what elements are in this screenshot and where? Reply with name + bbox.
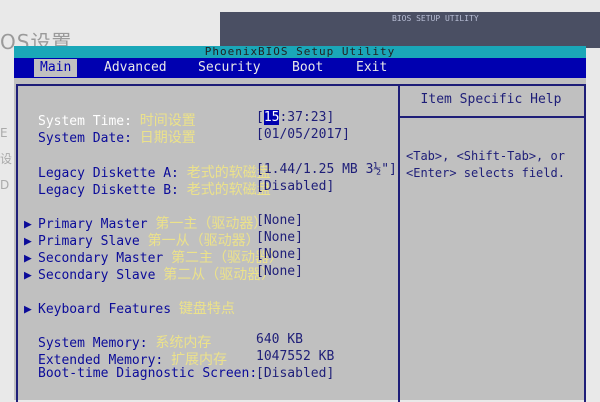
secondary-slave-label: Secondary Slave: [38, 268, 156, 283]
system-time-hour[interactable]: 15: [263, 110, 280, 125]
menu-exit[interactable]: Exit: [350, 59, 393, 77]
submenu-arrow-icon: ▶: [24, 217, 32, 232]
system-time-value[interactable]: [15:37:23]: [256, 110, 334, 125]
system-date-label: System Date:: [38, 131, 132, 146]
submenu-arrow-icon: ▶: [24, 302, 32, 317]
background-side-chars: E 设 D: [0, 120, 14, 198]
help-line-1: <Tab>, <Shift-Tab>, or: [406, 149, 565, 163]
help-separator: [398, 116, 584, 118]
menu-main[interactable]: Main: [34, 59, 78, 77]
system-time-bracket: [: [256, 110, 264, 125]
system-memory-value: 640 KB: [256, 332, 303, 347]
extended-memory-value: 1047552 KB: [256, 349, 335, 364]
row-secondary-slave[interactable]: ▶ Secondary Slave 第二从（驱动器） [None]: [24, 264, 303, 284]
boot-diagnostic-label: Boot-time Diagnostic Screen:: [38, 366, 258, 381]
system-date-cn: 日期设置: [139, 130, 196, 146]
diskette-b-label: Legacy Diskette B:: [38, 183, 179, 198]
secondary-slave-value[interactable]: [None]: [256, 264, 303, 279]
row-boot-diagnostic[interactable]: Boot-time Diagnostic Screen: [Disabled]: [38, 366, 334, 381]
menu-boot[interactable]: Boot: [286, 59, 329, 77]
row-diskette-b[interactable]: Legacy Diskette B: 老式的软磁盘 [Disabled]: [38, 179, 334, 199]
boot-diagnostic-value[interactable]: [Disabled]: [256, 366, 334, 381]
secondary-master-value[interactable]: [None]: [256, 247, 303, 262]
row-keyboard-features[interactable]: ▶ Keyboard Features 键盘特点: [24, 298, 235, 318]
help-panel: Item Specific Help <Tab>, <Shift-Tab>, o…: [398, 84, 586, 402]
menu-advanced[interactable]: Advanced: [98, 59, 173, 77]
help-line-2: <Enter> selects field.: [406, 166, 565, 180]
system-date-value[interactable]: [01/05/2017]: [256, 127, 350, 142]
row-system-date[interactable]: System Date: 日期设置 [01/05/2017]: [38, 127, 350, 147]
submenu-arrow-icon: ▶: [24, 251, 32, 266]
bios-window: PhoenixBIOS Setup Utility Main Advanced …: [14, 46, 586, 402]
keyboard-features-cn: 键盘特点: [178, 301, 235, 317]
bios-title: PhoenixBIOS Setup Utility: [14, 46, 586, 58]
diskette-a-value[interactable]: [1.44/1.25 MB 3½"]: [256, 162, 397, 177]
background-side-char: D: [0, 178, 10, 192]
primary-slave-value[interactable]: [None]: [256, 230, 303, 245]
help-title: Item Specific Help: [420, 92, 562, 107]
menu-security[interactable]: Security: [192, 59, 267, 77]
background-side-char: E: [0, 126, 8, 140]
submenu-arrow-icon: ▶: [24, 268, 32, 283]
submenu-arrow-icon: ▶: [24, 234, 32, 249]
system-time-rest: :37:23]: [279, 110, 335, 125]
diskette-b-value[interactable]: [Disabled]: [256, 179, 334, 194]
background-side-char: 设: [0, 152, 13, 166]
keyboard-features-label: Keyboard Features: [38, 302, 172, 317]
primary-master-value[interactable]: [None]: [256, 213, 303, 228]
background-dark-title: BIOS SETUP UTILITY: [392, 14, 479, 23]
bios-menubar: Main Advanced Security Boot Exit: [14, 58, 586, 78]
help-text: <Tab>, <Shift-Tab>, or <Enter> selects f…: [406, 148, 582, 182]
